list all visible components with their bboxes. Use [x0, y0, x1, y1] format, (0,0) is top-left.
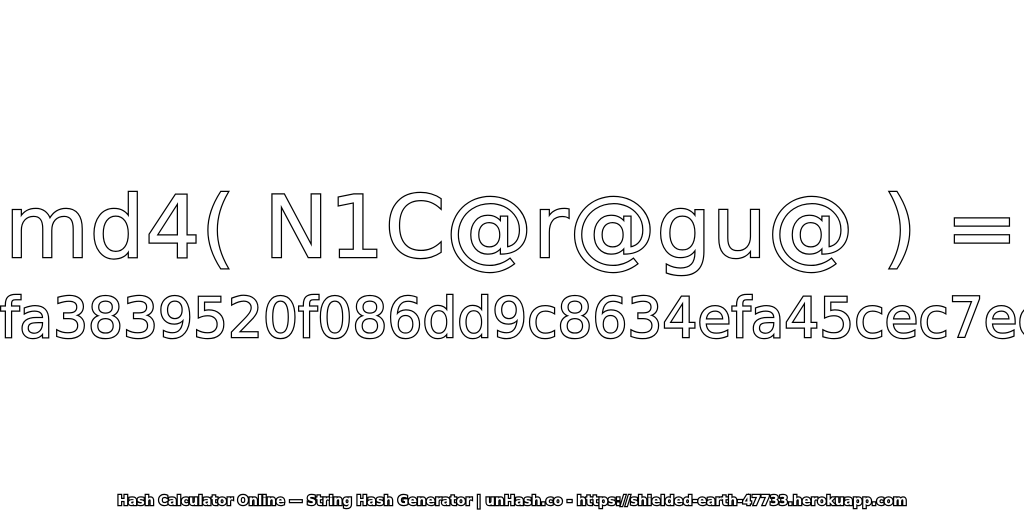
- hash-expression-text: md4( N1C@r@gu@ ) =: [4, 177, 1019, 280]
- footer-credit-text: Hash Calculator Online — String Hash Gen…: [116, 493, 908, 511]
- hash-result-text: fa3839520f086dd9c8634efa45cec7ee: [0, 285, 1024, 352]
- hash-image-canvas: md4( N1C@r@gu@ ) = fa3839520f086dd9c8634…: [0, 0, 1024, 512]
